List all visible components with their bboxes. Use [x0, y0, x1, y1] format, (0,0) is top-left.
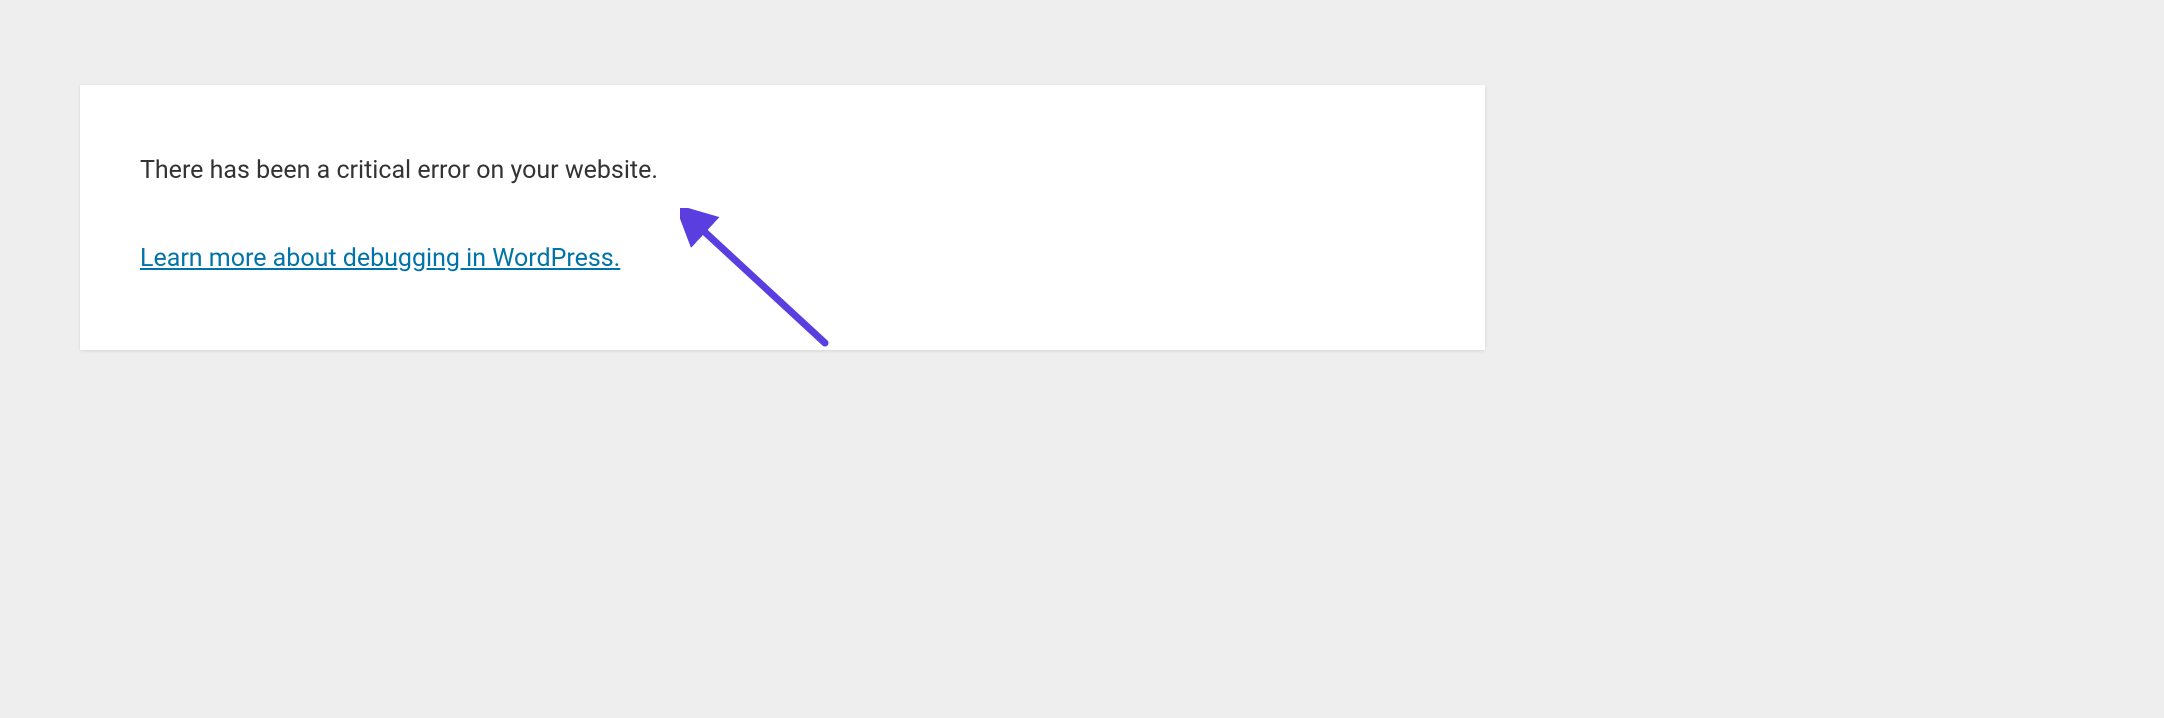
debug-link[interactable]: Learn more about debugging in WordPress.	[140, 244, 620, 273]
error-card: There has been a critical error on your …	[80, 85, 1485, 350]
error-message: There has been a critical error on your …	[140, 155, 1425, 188]
